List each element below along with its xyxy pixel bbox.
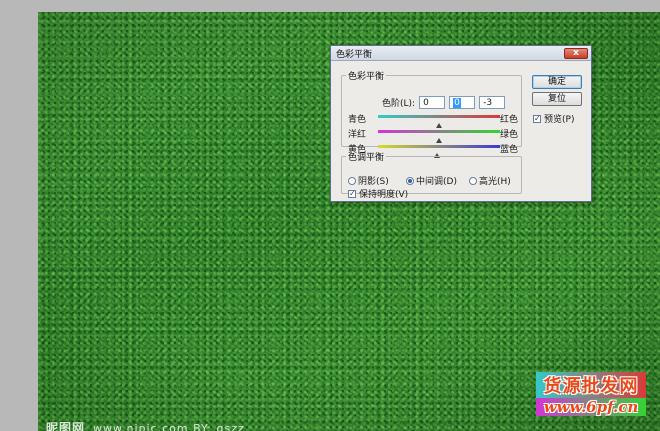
ok-button[interactable]: 确定: [532, 75, 582, 89]
radio-shadows-dot[interactable]: [348, 176, 356, 185]
radio-highlights[interactable]: 高光(H): [469, 174, 511, 187]
level-input-yellow-blue[interactable]: -3: [479, 96, 506, 109]
radio-midtones[interactable]: 中间调(D): [406, 174, 469, 187]
yellow-blue-track[interactable]: [378, 145, 500, 158]
preview-checkbox[interactable]: ✓: [533, 114, 541, 123]
tone-balance-group: 色调平衡 阴影(S) 中间调(D) 高光(H) ✓ 保持明度(V): [341, 150, 522, 200]
preserve-luminosity[interactable]: ✓ 保持明度(V): [348, 187, 408, 200]
cyan-red-track[interactable]: [378, 115, 500, 128]
magenta-green-track[interactable]: [378, 130, 500, 143]
reset-button[interactable]: 复位: [532, 92, 582, 106]
radio-shadows[interactable]: 阴影(S): [348, 174, 406, 187]
watermark-site-url: www.nipic.com BY: gszz: [93, 422, 245, 431]
slider-left-label: 青色: [348, 115, 367, 125]
preserve-luminosity-checkbox[interactable]: ✓: [348, 189, 356, 198]
tone-balance-legend: 色调平衡: [348, 153, 385, 163]
slider-magenta-green: 洋红 绿色: [348, 126, 518, 143]
nipic-watermark: 昵图网 www.nipic.com BY: gszz: [46, 419, 245, 431]
levels-row: 色阶(L): 0 0 -3: [382, 96, 509, 109]
level-input-magenta-green[interactable]: 0: [449, 96, 476, 109]
watermark-site-name: 昵图网: [46, 421, 86, 431]
slider-right-label: 绿色: [499, 130, 518, 140]
radio-shadows-label: 阴影(S): [358, 177, 389, 187]
radio-midtones-label: 中间调(D): [416, 177, 457, 187]
radio-highlights-dot[interactable]: [469, 176, 477, 185]
preview-label: 预览(P): [544, 115, 575, 125]
6pf-watermark: 货源批发网 www.6pf.cn: [536, 372, 646, 416]
dialog-title: 色彩平衡: [336, 49, 373, 60]
watermark-brand: 货源批发网: [536, 372, 646, 398]
tone-radio-row: 阴影(S) 中间调(D) 高光(H): [348, 174, 518, 187]
watermark-brand-url: www.6pf.cn: [536, 398, 646, 416]
radio-highlights-label: 高光(H): [479, 177, 511, 187]
close-icon: x: [573, 48, 579, 58]
preview-option[interactable]: ✓ 预览(P): [533, 112, 574, 125]
color-balance-legend: 色彩平衡: [348, 72, 385, 82]
preserve-luminosity-label: 保持明度(V): [359, 190, 409, 200]
slider-right-label: 红色: [499, 115, 518, 125]
dialog-titlebar[interactable]: 色彩平衡: [331, 46, 591, 61]
slider-cyan-red: 青色 红色: [348, 111, 518, 128]
radio-midtones-dot[interactable]: [406, 176, 414, 185]
color-balance-group: 色彩平衡 色阶(L): 0 0 -3 青色 红色 洋红 绿色 黄色 蓝色: [341, 69, 522, 158]
levels-label: 色阶(L):: [382, 99, 416, 109]
color-balance-dialog: 色彩平衡 x 色彩平衡 色阶(L): 0 0 -3 青色 红色 洋红 绿色 黄色: [330, 45, 592, 202]
level-input-cyan-red[interactable]: 0: [419, 96, 446, 109]
close-button[interactable]: x: [564, 48, 588, 59]
slider-left-label: 洋红: [348, 130, 367, 140]
